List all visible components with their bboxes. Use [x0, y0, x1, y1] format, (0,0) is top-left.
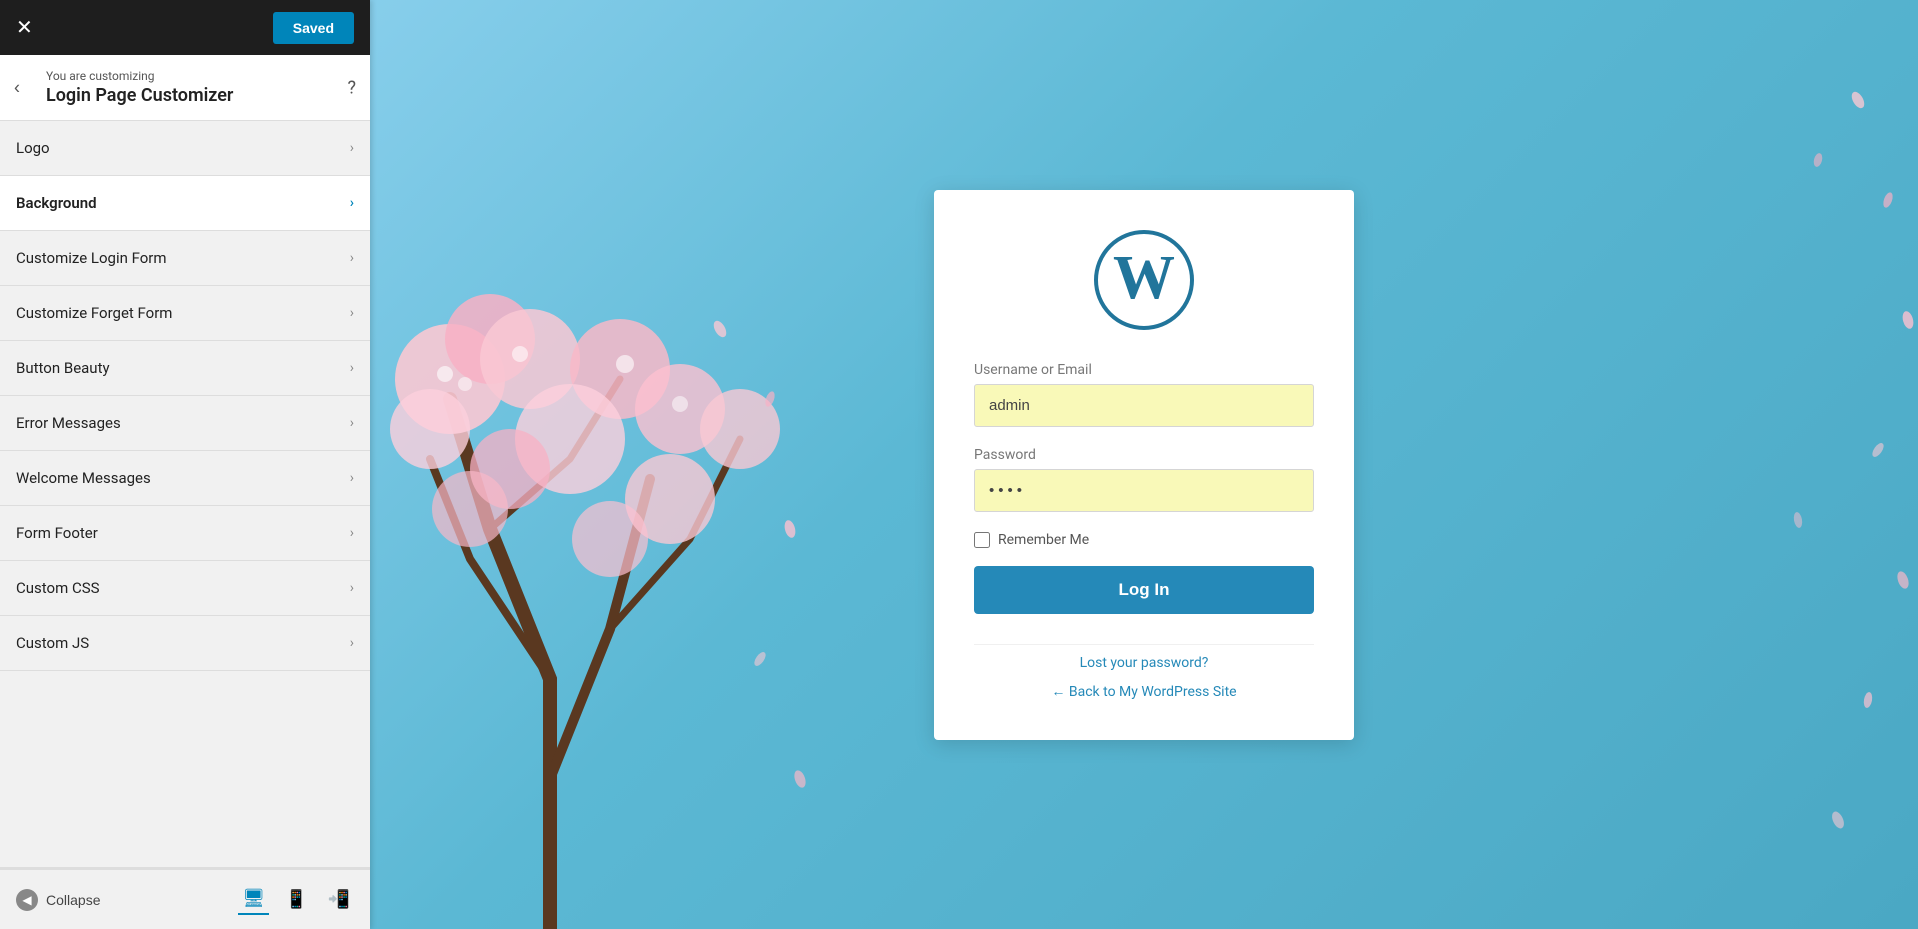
sidebar-item-label-logo: Logo	[16, 139, 50, 157]
sidebar-item-label-form-footer: Form Footer	[16, 524, 98, 542]
mobile-icon[interactable]: 📲	[324, 884, 354, 915]
sidebar-item-label-customize-forget-form: Customize Forget Form	[16, 304, 172, 322]
desktop-icon[interactable]: 🖥	[238, 884, 269, 915]
sidebar-item-label-customize-login-form: Customize Login Form	[16, 249, 167, 267]
chevron-button-beauty-icon: ›	[350, 360, 354, 376]
sidebar-item-custom-css[interactable]: Custom CSS ›	[0, 561, 370, 616]
username-input[interactable]	[974, 384, 1314, 427]
sidebar-item-label-custom-css: Custom CSS	[16, 579, 100, 597]
username-field: Username or Email	[974, 362, 1314, 427]
wordpress-logo: W	[1094, 230, 1194, 330]
sidebar-nav: Logo › Background › Customize Login Form…	[0, 121, 370, 867]
chevron-logo-icon: ›	[350, 140, 354, 156]
collapse-button[interactable]: ◀ Collapse	[16, 889, 100, 911]
sidebar-item-welcome-messages[interactable]: Welcome Messages ›	[0, 451, 370, 506]
remember-me-row: Remember Me	[974, 532, 1314, 548]
remember-me-checkbox[interactable]	[974, 532, 990, 548]
login-links: Lost your password? ← Back to My WordPre…	[974, 644, 1314, 700]
chevron-customize-login-form-icon: ›	[350, 250, 354, 266]
customizing-title: Login Page Customizer	[46, 85, 354, 106]
sidebar-item-label-background: Background	[16, 194, 97, 212]
password-label: Password	[974, 447, 1314, 463]
sidebar-item-label-button-beauty: Button Beauty	[16, 359, 110, 377]
sidebar-item-form-footer[interactable]: Form Footer ›	[0, 506, 370, 561]
password-input[interactable]	[974, 469, 1314, 512]
lost-password-link[interactable]: Lost your password?	[1080, 655, 1209, 671]
preview-area: W Username or Email Password Remember Me…	[370, 0, 1918, 929]
sidebar-item-logo[interactable]: Logo ›	[0, 121, 370, 176]
sidebar-item-label-welcome-messages: Welcome Messages	[16, 469, 151, 487]
sidebar-topbar: ✕ Saved	[0, 0, 370, 55]
sidebar-footer: ◀ Collapse 🖥 📱 📲	[0, 867, 370, 929]
chevron-form-footer-icon: ›	[350, 525, 354, 541]
back-to-site-link[interactable]: ← Back to My WordPress Site	[1051, 683, 1236, 700]
chevron-custom-css-icon: ›	[350, 580, 354, 596]
sidebar-item-background[interactable]: Background ›	[0, 176, 370, 231]
close-button[interactable]: ✕	[16, 18, 33, 38]
sidebar-item-customize-login-form[interactable]: Customize Login Form ›	[0, 231, 370, 286]
saved-button[interactable]: Saved	[273, 12, 354, 44]
sidebar-item-button-beauty[interactable]: Button Beauty ›	[0, 341, 370, 396]
scattered-petals	[1518, 0, 1918, 929]
sidebar-item-error-messages[interactable]: Error Messages ›	[0, 396, 370, 451]
sidebar-header: ‹ You are customizing Login Page Customi…	[0, 55, 370, 121]
sidebar-item-label-error-messages: Error Messages	[16, 414, 121, 432]
chevron-custom-js-icon: ›	[350, 635, 354, 651]
sidebar-item-customize-forget-form[interactable]: Customize Forget Form ›	[0, 286, 370, 341]
back-button[interactable]: ‹	[14, 77, 20, 98]
login-button[interactable]: Log In	[974, 566, 1314, 614]
chevron-customize-forget-form-icon: ›	[350, 305, 354, 321]
collapse-arrow-icon: ◀	[16, 889, 38, 911]
cherry-blossom-tree	[370, 179, 820, 929]
collapse-label: Collapse	[46, 892, 100, 908]
login-form: Username or Email Password Remember Me L…	[974, 362, 1314, 700]
chevron-welcome-messages-icon: ›	[350, 470, 354, 486]
tablet-icon[interactable]: 📱	[281, 884, 311, 915]
username-label: Username or Email	[974, 362, 1314, 378]
device-icons: 🖥 📱 📲	[238, 884, 354, 915]
sidebar-item-label-custom-js: Custom JS	[16, 634, 89, 652]
sidebar: ✕ Saved ‹ You are customizing Login Page…	[0, 0, 370, 929]
chevron-background-icon: ›	[350, 195, 354, 211]
svg-text:W: W	[1113, 244, 1175, 312]
help-icon[interactable]: ?	[347, 77, 356, 98]
chevron-error-messages-icon: ›	[350, 415, 354, 431]
customizing-sublabel: You are customizing	[46, 69, 354, 83]
sidebar-item-custom-js[interactable]: Custom JS ›	[0, 616, 370, 671]
password-field: Password	[974, 447, 1314, 512]
login-card: W Username or Email Password Remember Me…	[934, 190, 1354, 740]
remember-me-label: Remember Me	[998, 532, 1089, 548]
